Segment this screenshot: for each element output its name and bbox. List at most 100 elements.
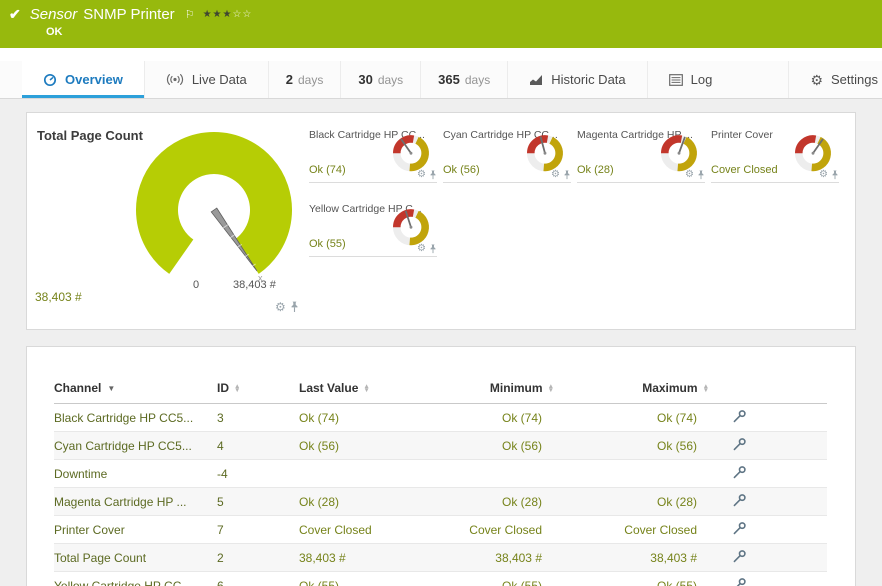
total-page-count-gauge: Total Page Count x 0 38,403 # 38,403 # ⚙ bbox=[27, 113, 305, 329]
maximum-value: Cover Closed bbox=[554, 516, 709, 544]
log-icon bbox=[669, 74, 683, 86]
channel-id: -4 bbox=[217, 460, 299, 488]
tab-overview[interactable]: Overview bbox=[22, 61, 144, 98]
tab-number: 365 bbox=[438, 72, 460, 87]
table-row: Printer Cover 7 Cover Closed Cover Close… bbox=[54, 516, 827, 544]
table-row: Downtime -4 bbox=[54, 460, 827, 488]
gear-icon[interactable]: ⚙ bbox=[685, 170, 694, 180]
edit-channel-icon[interactable] bbox=[732, 493, 747, 510]
column-label: Channel bbox=[54, 381, 101, 395]
maximum-value: Ok (55) bbox=[554, 572, 709, 586]
channel-id: 2 bbox=[217, 544, 299, 572]
table-row: Yellow Cartridge HP CC... 6 Ok (55) Ok (… bbox=[54, 572, 827, 586]
gear-icon[interactable]: ⚙ bbox=[551, 170, 560, 180]
minimum-value: Ok (56) bbox=[449, 432, 554, 460]
priority-flag-icon[interactable]: ⚐ bbox=[185, 8, 195, 21]
tab-unit: days bbox=[298, 73, 323, 87]
tab-label-historic: Historic Data bbox=[551, 72, 625, 87]
maximum-value: Ok (28) bbox=[554, 488, 709, 516]
tab-label-settings: Settings bbox=[831, 72, 878, 87]
main-gauge-value: 38,403 # bbox=[35, 290, 82, 304]
channels-table-panel: Channel▼ ID▲▼ Last Value▲▼ Minimum▲▼ Max… bbox=[26, 346, 856, 586]
tab-bar: Overview Live Data 2 days 30 days 365 da… bbox=[0, 61, 882, 99]
edit-channel-icon[interactable] bbox=[732, 409, 747, 426]
gear-icon[interactable]: ⚙ bbox=[417, 244, 426, 254]
status-badge: OK bbox=[46, 26, 872, 38]
sort-icon: ▲▼ bbox=[548, 385, 554, 393]
pin-icon[interactable] bbox=[831, 170, 839, 180]
edit-channel-icon[interactable] bbox=[732, 465, 747, 482]
pin-icon[interactable] bbox=[563, 170, 571, 180]
tab-log[interactable]: Log bbox=[647, 61, 734, 98]
gauges-panel: Total Page Count x 0 38,403 # 38,403 # ⚙ bbox=[26, 112, 856, 330]
tab-label-live-data: Live Data bbox=[192, 72, 247, 87]
gauge-scale-min: 0 bbox=[185, 279, 207, 291]
last-value: Ok (56) bbox=[299, 432, 449, 460]
gauge-value: Ok (28) bbox=[577, 164, 614, 176]
gauge-value: Cover Closed bbox=[711, 164, 778, 176]
last-value: Ok (74) bbox=[299, 404, 449, 432]
pin-icon[interactable] bbox=[697, 170, 705, 180]
tab-label-overview: Overview bbox=[65, 72, 123, 87]
edit-channel-icon[interactable] bbox=[732, 437, 747, 454]
tab-label-log: Log bbox=[691, 72, 713, 87]
column-header-last-value[interactable]: Last Value▲▼ bbox=[299, 373, 449, 404]
object-kind-label: Sensor bbox=[30, 6, 78, 23]
minimum-value bbox=[449, 460, 554, 488]
stars-empty: ☆☆ bbox=[232, 9, 252, 20]
priority-stars[interactable]: ★★★☆☆ bbox=[203, 9, 253, 20]
edit-channel-icon[interactable] bbox=[732, 577, 747, 586]
tab-unit: days bbox=[378, 73, 403, 87]
channel-id: 5 bbox=[217, 488, 299, 516]
live-data-icon bbox=[166, 73, 184, 86]
sort-icon: ▲▼ bbox=[703, 385, 709, 393]
gear-icon[interactable]: ⚙ bbox=[417, 170, 426, 180]
channel-name[interactable]: Magenta Cartridge HP ... bbox=[54, 488, 217, 516]
tab-2-days[interactable]: 2 days bbox=[268, 61, 341, 98]
last-value bbox=[299, 460, 449, 488]
column-header-minimum[interactable]: Minimum▲▼ bbox=[449, 373, 554, 404]
status-check-icon: ✔ bbox=[9, 6, 21, 23]
channel-id: 3 bbox=[217, 404, 299, 432]
sensor-title: SNMP Printer bbox=[83, 6, 174, 23]
minimum-value: 38,403 # bbox=[449, 544, 554, 572]
content-area: Total Page Count x 0 38,403 # 38,403 # ⚙ bbox=[0, 99, 882, 586]
minimum-value: Cover Closed bbox=[449, 516, 554, 544]
edit-channel-icon[interactable] bbox=[732, 549, 747, 566]
channel-name[interactable]: Printer Cover bbox=[54, 516, 217, 544]
tab-30-days[interactable]: 30 days bbox=[340, 61, 420, 98]
maximum-value: Ok (74) bbox=[554, 404, 709, 432]
channel-name[interactable]: Yellow Cartridge HP CC... bbox=[54, 572, 217, 586]
gear-icon[interactable]: ⚙ bbox=[819, 170, 828, 180]
channel-name[interactable]: Total Page Count bbox=[54, 544, 217, 572]
channel-name[interactable]: Downtime bbox=[54, 460, 217, 488]
pin-icon[interactable] bbox=[429, 244, 437, 254]
column-header-id[interactable]: ID▲▼ bbox=[217, 373, 299, 404]
tab-number: 2 bbox=[286, 72, 293, 87]
column-header-maximum[interactable]: Maximum ▲▼ bbox=[554, 373, 709, 404]
overview-icon bbox=[43, 73, 57, 87]
gauge-value: Ok (56) bbox=[443, 164, 480, 176]
channel-id: 7 bbox=[217, 516, 299, 544]
tab-historic-data[interactable]: Historic Data bbox=[507, 61, 646, 98]
channel-gauges-grid: Black Cartridge HP CC... Ok (74) ⚙ bbox=[305, 113, 855, 329]
sort-icon: ▲▼ bbox=[234, 385, 240, 393]
tab-settings[interactable]: ⚙ Settings bbox=[788, 61, 882, 98]
tab-live-data[interactable]: Live Data bbox=[144, 61, 268, 98]
last-value: Cover Closed bbox=[299, 516, 449, 544]
column-header-channel[interactable]: Channel▼ bbox=[54, 373, 217, 404]
channel-name[interactable]: Black Cartridge HP CC5... bbox=[54, 404, 217, 432]
maximum-value: 38,403 # bbox=[554, 544, 709, 572]
pin-icon[interactable] bbox=[290, 301, 299, 313]
stars-filled: ★★★ bbox=[203, 9, 233, 20]
edit-channel-icon[interactable] bbox=[732, 521, 747, 538]
pin-icon[interactable] bbox=[429, 170, 437, 180]
channel-name[interactable]: Cyan Cartridge HP CC5... bbox=[54, 432, 217, 460]
channel-id: 6 bbox=[217, 572, 299, 586]
sort-icon: ▲▼ bbox=[363, 385, 369, 393]
column-label: Maximum bbox=[642, 381, 697, 395]
gauge-cell-yellow-cartridge: Yellow Cartridge HP C... Ok (55) ⚙ bbox=[309, 199, 437, 257]
maximum-value bbox=[554, 460, 709, 488]
tab-365-days[interactable]: 365 days bbox=[420, 61, 507, 98]
gear-icon[interactable]: ⚙ bbox=[275, 301, 286, 313]
